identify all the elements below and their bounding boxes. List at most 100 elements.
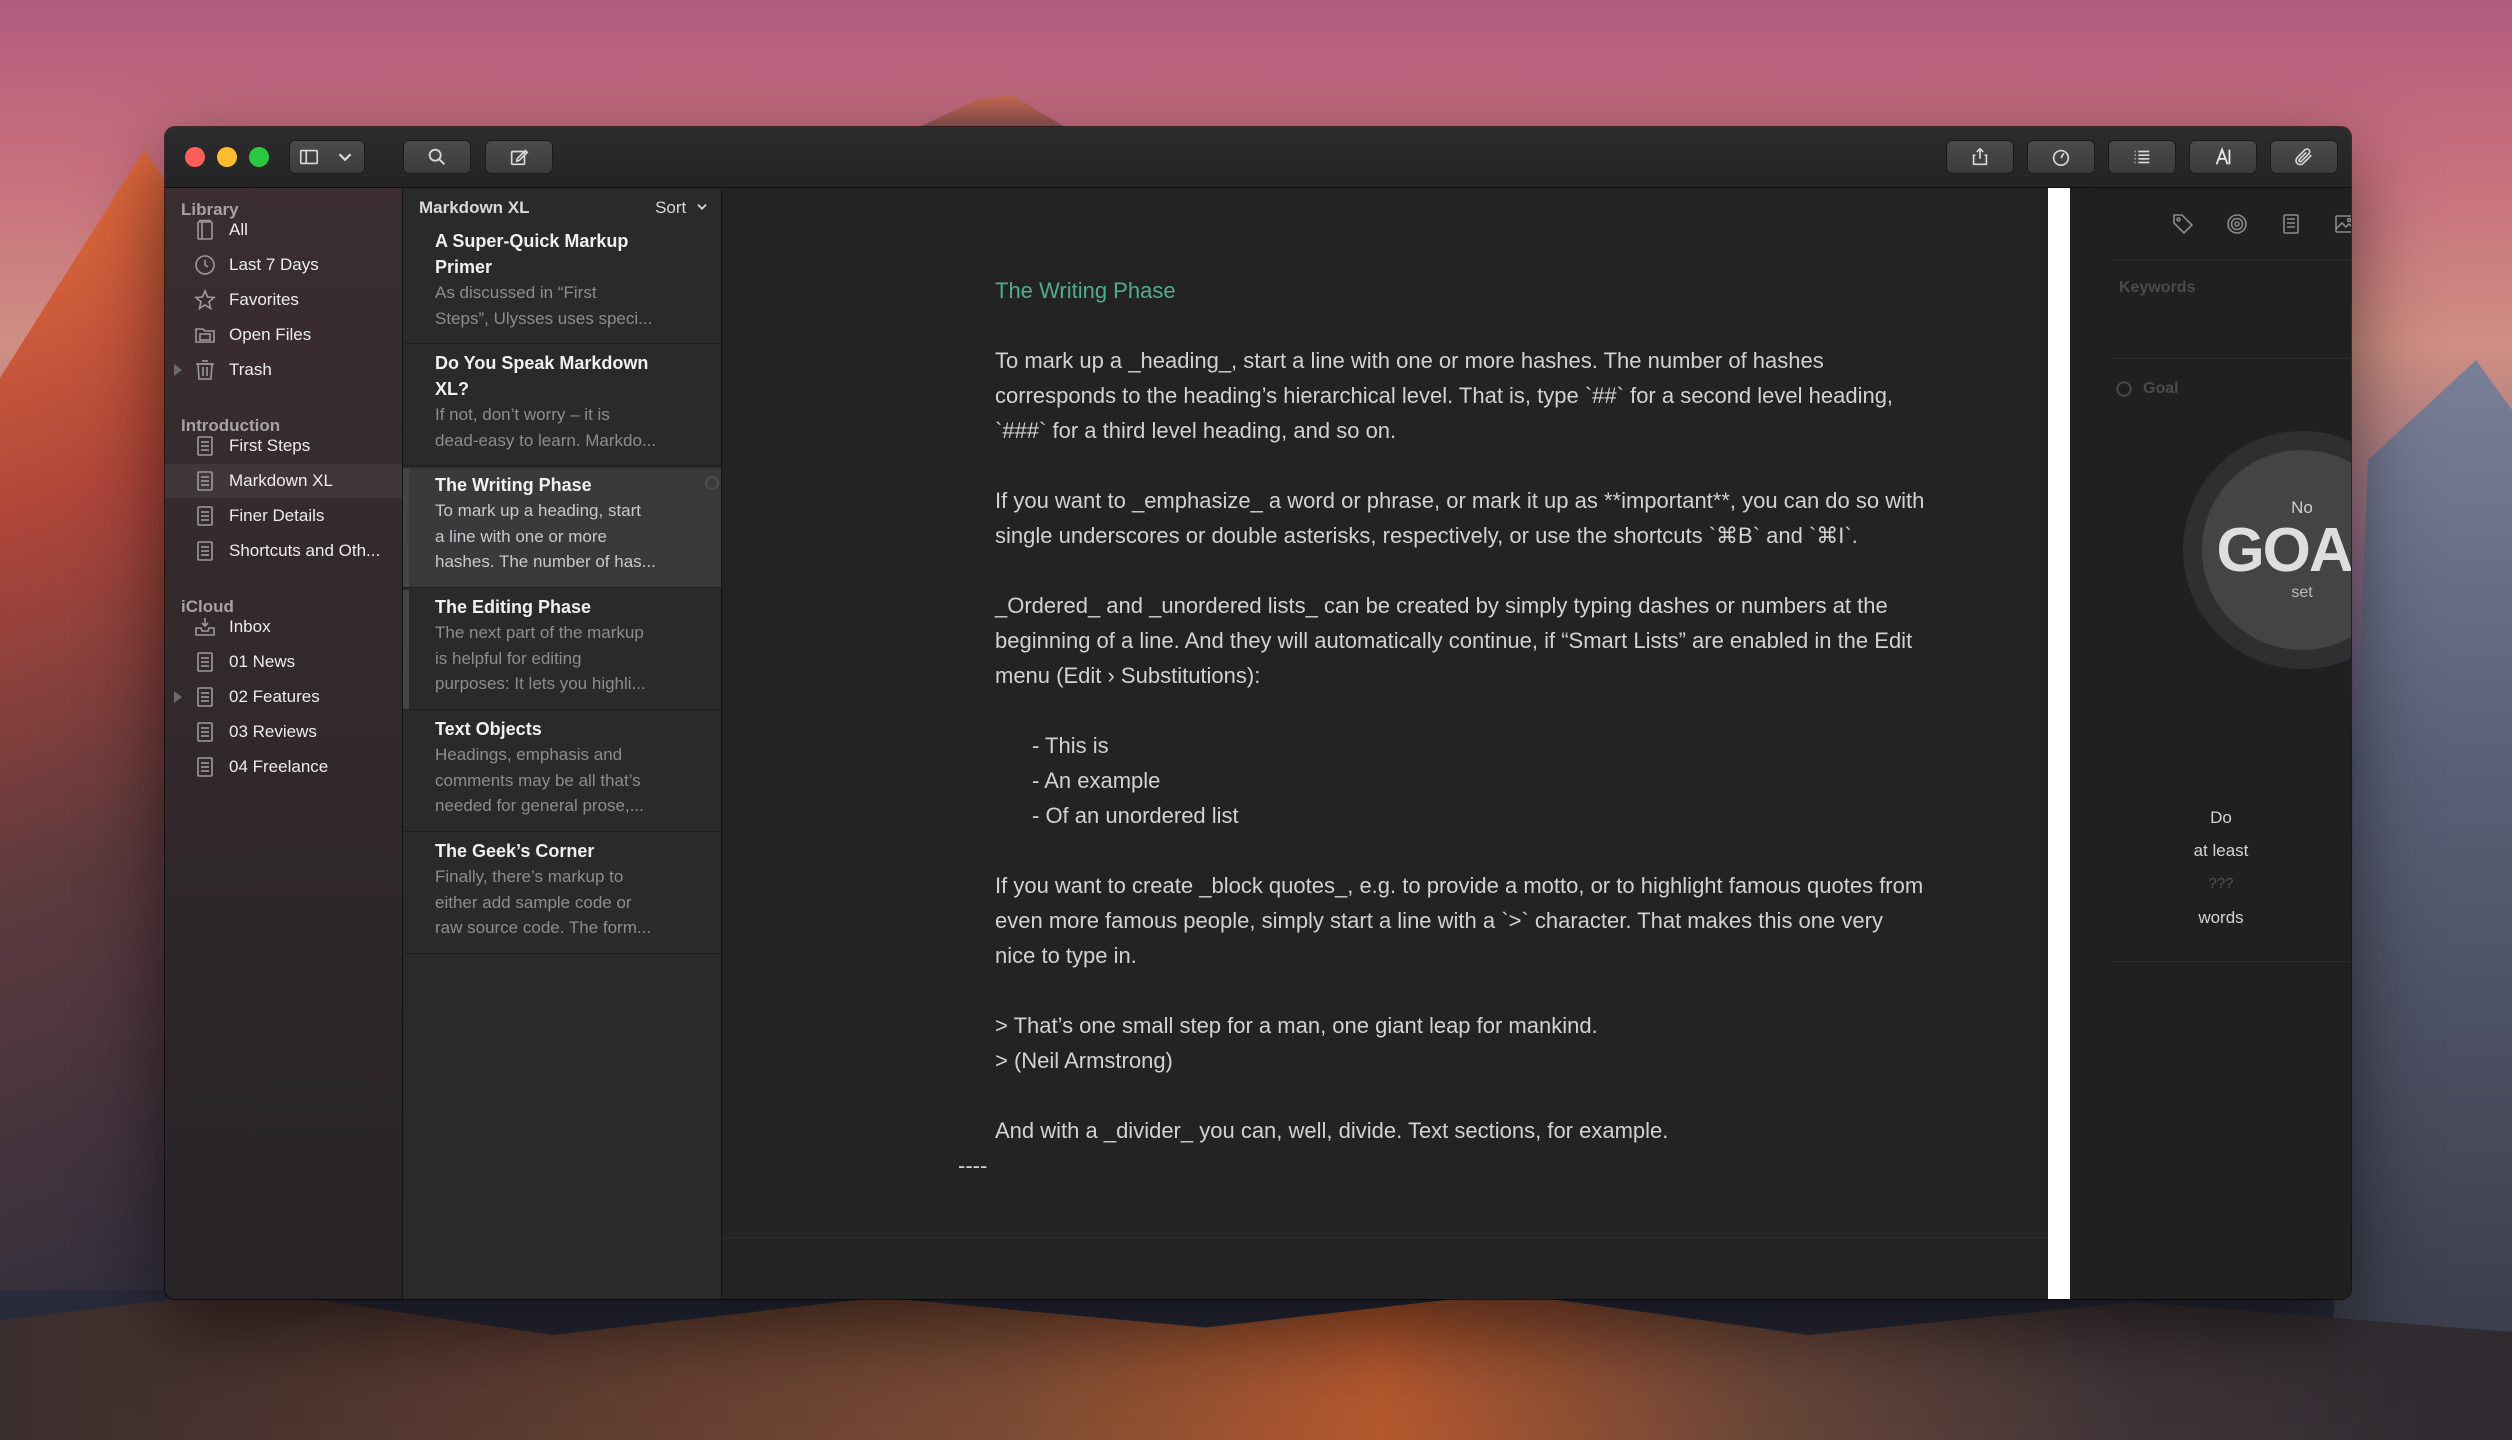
folder-icon [193,323,217,347]
inbox-icon [193,615,217,639]
sidebar-item-open-files[interactable]: Open Files [165,318,402,352]
zoom-button[interactable] [249,147,269,167]
goal-do-text: Do [2091,808,2351,828]
sheet-title: The Geek’s Corner [435,838,705,864]
sheet-item[interactable]: The Editing Phase The next part of the m… [403,590,721,710]
goal-widget[interactable]: No GOAL set [2183,431,2351,669]
editor-line[interactable]: beginning of a line. And they will autom… [995,628,1912,654]
clock-icon [193,253,217,277]
editor-blockquote[interactable]: > (Neil Armstrong) [995,1048,1173,1074]
share-button[interactable] [1946,140,2014,174]
sheet-title: XL? [435,376,705,402]
sidebar-item-favorites[interactable]: Favorites [165,283,402,317]
chevron-down-icon [334,146,356,168]
sidebar-item-first-steps[interactable]: First Steps [165,429,402,463]
editor-heading[interactable]: The Writing Phase [995,278,1176,304]
editor-blockquote[interactable]: > That’s one small step for a man, one g… [995,1013,1598,1039]
sheet-item[interactable]: A Super-Quick Markup Primer As discussed… [403,224,721,344]
sidebar-item-finer-details[interactable]: Finer Details [165,499,402,533]
sidebar-toggle-button[interactable] [289,140,365,174]
sheet-preview: a line with one or more [435,524,705,550]
editor-line[interactable]: `###` for a third level heading, and so … [995,418,1396,444]
notes-icon[interactable] [2279,212,2303,236]
sheet-preview: purposes: It lets you highli... [435,671,705,697]
sort-label: Sort [655,198,686,217]
sidebar-item-03-reviews[interactable]: 03 Reviews [165,715,402,749]
sidebar-item-label: Finer Details [229,506,394,526]
compose-icon [508,146,530,168]
sidebar-item-all[interactable]: All [165,213,402,247]
editor-line[interactable]: And with a _divider_ you can, well, divi… [995,1118,1668,1144]
target-icon[interactable] [2225,212,2249,236]
editor-line[interactable]: To mark up a _heading_, start a line wit… [995,348,1824,374]
disclosure-triangle-icon[interactable] [174,691,182,703]
sheet-preview: Headings, emphasis and [435,742,705,768]
sheet-group-icon [193,720,217,744]
editor-list-item[interactable]: - This is [1032,733,1109,759]
minimize-button[interactable] [217,147,237,167]
sidebar-item-shortcuts[interactable]: Shortcuts and Oth... [165,534,402,568]
group-bar [403,590,409,709]
search-button[interactable] [403,140,471,174]
goal-word: GOAL [2216,518,2351,584]
goal-count-placeholder[interactable]: ??? [2091,875,2351,892]
star-icon [193,288,217,312]
editor-line[interactable]: corresponds to the heading’s hierarchica… [995,383,1893,409]
disclosure-triangle-icon[interactable] [174,364,182,376]
tag-icon[interactable] [2171,212,2195,236]
close-button[interactable] [185,147,205,167]
sheet-group-icon [193,434,217,458]
progress-ring-icon [705,476,719,490]
editor-line[interactable]: menu (Edit › Substitutions): [995,663,1260,689]
dashboard-button[interactable] [2027,140,2095,174]
editor[interactable]: The Writing Phase To mark up a _heading_… [722,188,2070,1299]
sidebar-item-last-7-days[interactable]: Last 7 Days [165,248,402,282]
image-icon[interactable] [2333,212,2351,236]
editor-line[interactable]: single underscores or double asterisks, … [995,523,1858,549]
sheet-preview: either add sample code or [435,890,705,916]
sheet-separator [722,1237,2070,1238]
sheet-preview: dead-easy to learn. Markdo... [435,428,705,454]
editor-line[interactable]: even more famous people, simply start a … [995,908,1883,934]
editor-scrollbar[interactable] [2048,188,2070,1299]
editor-list-item[interactable]: - An example [1032,768,1160,794]
trash-icon [193,358,217,382]
goal-set-label: set [2291,584,2312,602]
typewriter-button[interactable] [2189,140,2257,174]
sheet-title: A Super-Quick Markup [435,228,705,254]
attachments-separator [2111,358,2351,359]
editor-line[interactable]: nice to type in. [995,943,1137,969]
sheet-item[interactable]: Do You Speak Markdown XL? If not, don’t … [403,346,721,466]
sort-button[interactable]: Sort [655,198,709,219]
editor-list-item[interactable]: - Of an unordered list [1032,803,1239,829]
editor-line[interactable]: If you want to create _block quotes_, e.… [995,873,1923,899]
keywords-label[interactable]: Keywords [2119,279,2195,297]
sidebar-item-02-features[interactable]: 02 Features [165,680,402,714]
sidebar-item-label: Last 7 Days [229,255,394,275]
sidebar-item-inbox[interactable]: Inbox [165,610,402,644]
attachments-button[interactable] [2270,140,2338,174]
sidebar-item-label: Markdown XL [229,471,394,491]
sidebar-item-label: Shortcuts and Oth... [229,541,394,561]
editor-line[interactable]: _Ordered_ and _unordered lists_ can be c… [995,593,1888,619]
sidebar-item-label: Inbox [229,617,394,637]
goal-ring-icon [2115,380,2133,398]
sheet-item[interactable]: The Geek’s Corner Finally, there’s marku… [403,834,721,954]
sidebar-item-markdown-xl[interactable]: Markdown XL [165,464,402,498]
new-sheet-button[interactable] [485,140,553,174]
goal-label[interactable]: Goal [2143,380,2179,398]
sidebar-item-01-news[interactable]: 01 News [165,645,402,679]
sidebar-item-04-freelance[interactable]: 04 Freelance [165,750,402,784]
sidebar-item-label: 01 News [229,652,394,672]
sheet-list-header: Markdown XL Sort [403,188,721,222]
selection-bar [403,468,409,587]
wallpaper-mountain-bottom [0,1290,2512,1440]
editor-top-rule [722,308,2070,309]
editor-line[interactable]: If you want to _emphasize_ a word or phr… [995,488,1924,514]
editor-divider-markup[interactable]: ---- [958,1153,987,1179]
sidebar-item-trash[interactable]: Trash [165,353,402,387]
sheet-title: The Writing Phase [435,472,705,498]
outline-button[interactable] [2108,140,2176,174]
sheet-item[interactable]: Text Objects Headings, emphasis and comm… [403,712,721,832]
sheet-item-selected[interactable]: The Writing Phase To mark up a heading, … [403,468,721,588]
